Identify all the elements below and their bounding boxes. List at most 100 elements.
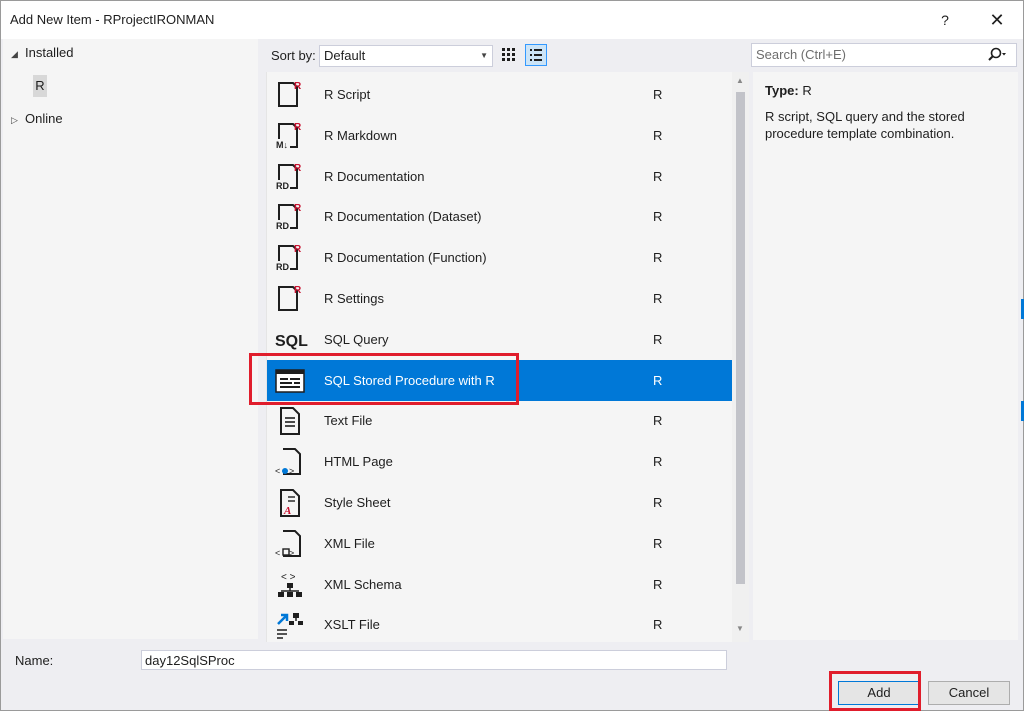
svg-text:RD: RD <box>276 221 289 231</box>
svg-text:R: R <box>294 163 302 174</box>
template-row[interactable]: XSLT File R <box>267 604 733 642</box>
svg-text:R: R <box>294 285 302 296</box>
collapsed-arrow-icon[interactable]: ▷ <box>11 115 25 126</box>
template-language: R <box>653 535 663 551</box>
template-language: R <box>653 372 663 388</box>
template-language: R <box>653 168 663 184</box>
name-field[interactable] <box>141 650 727 670</box>
svg-text:>: > <box>289 466 294 476</box>
xml-schema-icon: < > <box>275 570 305 600</box>
type-label: Type: <box>765 83 799 98</box>
template-language: R <box>653 87 663 102</box>
template-name: SQL Stored Procedure with R <box>324 372 495 388</box>
svg-text:R: R <box>294 244 302 255</box>
template-language: R <box>653 495 663 510</box>
category-tree: ◢ Installed R ▷ Online <box>3 39 258 639</box>
search-icon[interactable] <box>986 46 1008 64</box>
add-new-item-dialog: Add New Item - RProjectIRONMAN ? ✕ ◢ Inst… <box>0 0 1024 711</box>
svg-text:M↓: M↓ <box>276 140 288 150</box>
search-input[interactable]: Search (Ctrl+E) <box>751 43 1017 67</box>
help-button[interactable]: ? <box>927 5 963 35</box>
template-row[interactable]: R RD R Documentation R <box>267 156 733 197</box>
cancel-button[interactable]: Cancel <box>928 681 1010 705</box>
r-documentation-icon: R RD <box>275 243 305 273</box>
template-row[interactable]: R R Settings R <box>267 278 733 319</box>
r-settings-icon: R <box>275 284 305 314</box>
template-row[interactable]: SQL SQL Query R <box>267 319 733 360</box>
html-page-icon: < > <box>275 447 305 477</box>
template-name: SQL Query <box>324 331 389 347</box>
template-row[interactable]: R R Script R <box>267 74 733 115</box>
template-name: XML File <box>324 535 375 551</box>
svg-text:< >: < > <box>281 572 296 583</box>
sort-by-value: Default <box>324 48 366 63</box>
template-row[interactable]: Text File R <box>267 400 733 441</box>
add-button[interactable]: Add <box>838 681 920 705</box>
tree-node-label: Online <box>25 111 63 126</box>
tree-node-r[interactable]: R <box>33 75 47 97</box>
svg-text:<: < <box>275 548 280 558</box>
template-language: R <box>653 250 663 266</box>
template-name: R Documentation (Function) <box>324 250 487 266</box>
list-scrollbar[interactable]: ▲ ▼ <box>732 72 749 642</box>
list-view-icon[interactable] <box>525 44 547 66</box>
template-language: R <box>653 291 663 306</box>
template-row[interactable]: < > XML Schema R <box>267 564 733 605</box>
dialog-title: Add New Item - RProjectIRONMAN <box>10 12 215 27</box>
template-row[interactable]: < > XML File R <box>267 523 733 564</box>
svg-text:<: < <box>275 466 280 476</box>
tree-node-installed[interactable]: ◢ Installed <box>11 45 73 60</box>
xslt-file-icon <box>275 610 305 640</box>
template-name: R Markdown <box>324 127 397 143</box>
sort-by-dropdown[interactable]: Default ▼ <box>319 45 493 67</box>
scroll-thumb[interactable] <box>736 92 745 584</box>
template-language: R <box>653 454 663 470</box>
template-row[interactable]: R M↓ R Markdown R <box>267 115 733 156</box>
svg-text:R: R <box>294 122 302 133</box>
scroll-up-icon[interactable]: ▲ <box>736 76 744 85</box>
r-script-icon: R <box>275 80 305 110</box>
grid-view-icon[interactable] <box>498 44 520 66</box>
template-name: R Documentation (Dataset) <box>324 209 482 225</box>
template-row[interactable]: < > HTML Page R <box>267 441 733 482</box>
style-sheet-icon: A <box>275 488 305 518</box>
template-name: R Script <box>324 87 371 102</box>
svg-text:SQL: SQL <box>275 333 308 350</box>
template-row[interactable]: SQL Stored Procedure with R R <box>267 359 733 401</box>
scroll-down-icon[interactable]: ▼ <box>736 624 744 633</box>
expanded-arrow-icon[interactable]: ◢ <box>11 49 25 60</box>
search-placeholder: Search (Ctrl+E) <box>756 47 846 62</box>
r-documentation-icon: R RD <box>275 162 305 192</box>
svg-text:R: R <box>294 203 302 214</box>
template-row[interactable]: R RD R Documentation (Function) R <box>267 237 733 278</box>
template-name: XML Schema <box>324 576 402 592</box>
title-bar: Add New Item - RProjectIRONMAN ? ✕ <box>1 1 1023 39</box>
stored-procedure-icon <box>275 366 305 396</box>
template-language: R <box>653 576 663 592</box>
template-name: R Documentation <box>324 168 425 184</box>
type-line: Type: R <box>765 83 812 98</box>
template-name: XSLT File <box>324 617 380 633</box>
svg-text:R: R <box>294 81 302 92</box>
tree-node-online[interactable]: ▷ Online <box>11 111 63 126</box>
template-row[interactable]: R RD R Documentation (Dataset) R <box>267 196 733 237</box>
template-language: R <box>653 331 663 347</box>
template-language: R <box>653 413 663 429</box>
template-language: R <box>653 209 663 225</box>
template-name: Text File <box>324 413 373 429</box>
xml-file-icon: < > <box>275 529 305 559</box>
template-name: HTML Page <box>324 454 393 470</box>
chevron-down-icon: ▼ <box>480 51 488 60</box>
text-file-icon <box>275 406 305 436</box>
sort-by-label: Sort by: <box>271 48 316 63</box>
template-row[interactable]: A Style Sheet R <box>267 482 733 523</box>
details-pane: Type: R R script, SQL query and the stor… <box>753 72 1018 640</box>
r-markdown-icon: R M↓ <box>275 121 305 151</box>
close-button[interactable]: ✕ <box>979 5 1015 35</box>
r-documentation-icon: R RD <box>275 202 305 232</box>
template-description: R script, SQL query and the stored proce… <box>765 109 965 141</box>
template-language: R <box>653 127 663 143</box>
template-name: R Settings <box>324 291 384 306</box>
tree-node-label: Installed <box>25 45 74 60</box>
name-label: Name: <box>15 653 54 668</box>
